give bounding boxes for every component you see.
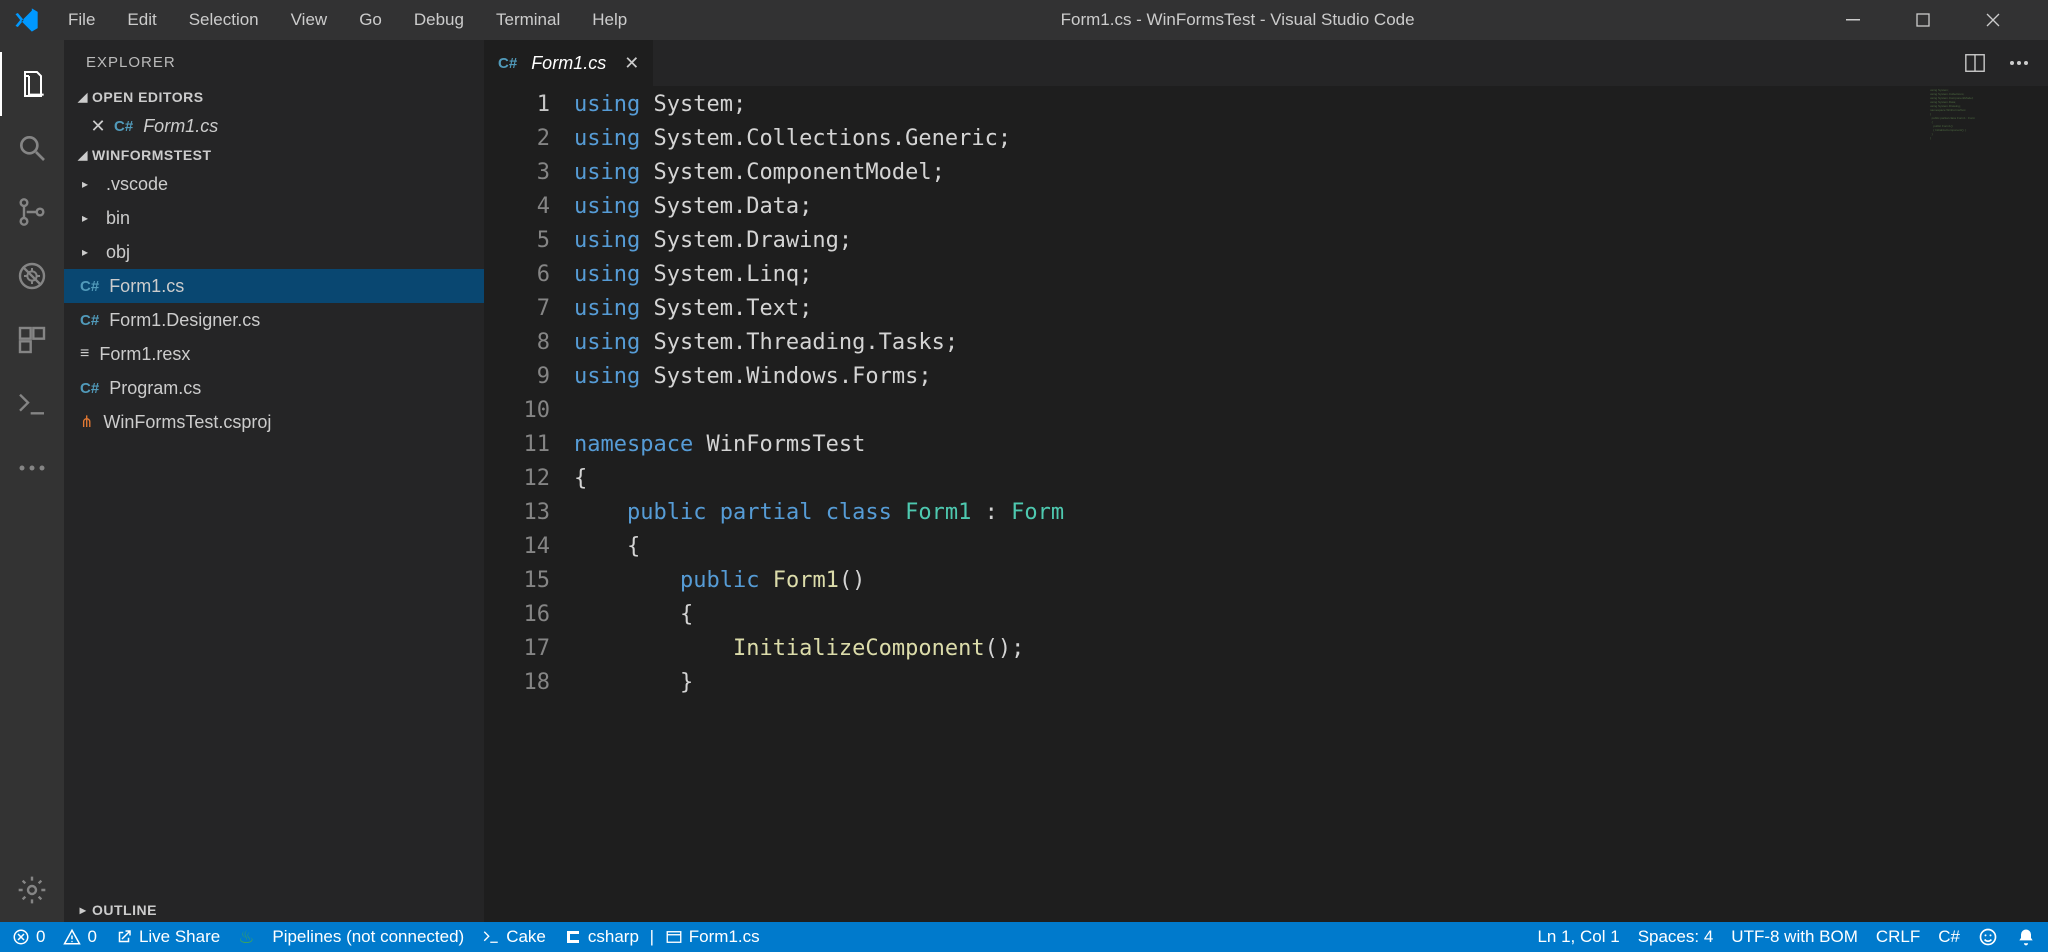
- status-eol[interactable]: CRLF: [1876, 927, 1920, 947]
- tab-label: Form1.cs: [531, 53, 606, 74]
- errors-count: 0: [36, 927, 45, 947]
- status-live-share[interactable]: Live Share: [115, 927, 220, 947]
- title-bar: File Edit Selection View Go Debug Termin…: [0, 0, 2048, 40]
- csharp-label: csharp: [588, 927, 639, 947]
- menu-terminal[interactable]: Terminal: [480, 10, 576, 30]
- file-item[interactable]: ⋔ WinFormsTest.csproj: [64, 405, 484, 439]
- open-editor-item[interactable]: ✕ C# Form1.cs: [64, 109, 484, 143]
- chevron-down-icon: ◢: [74, 90, 92, 104]
- close-icon[interactable]: ✕: [624, 53, 639, 74]
- activity-source-control[interactable]: [0, 180, 64, 244]
- tree-item-label: WinFormsTest.csproj: [103, 412, 271, 433]
- tab-bar: C# Form1.cs ✕: [484, 40, 2048, 86]
- tree-item-label: obj: [106, 242, 130, 263]
- csharp-file-icon: C#: [114, 118, 133, 135]
- menu-selection[interactable]: Selection: [173, 10, 275, 30]
- file-item[interactable]: ≡ Form1.resx: [64, 337, 484, 371]
- separator: |: [645, 927, 659, 947]
- status-feedback[interactable]: [1978, 927, 1998, 947]
- open-editors-label: OPEN EDITORS: [92, 89, 204, 105]
- active-file-label: Form1.cs: [689, 927, 760, 947]
- activity-search[interactable]: [0, 116, 64, 180]
- menu-view[interactable]: View: [275, 10, 344, 30]
- outline-label: OUTLINE: [92, 902, 157, 918]
- menu-edit[interactable]: Edit: [111, 10, 172, 30]
- more-actions-icon[interactable]: [2008, 59, 2030, 67]
- folder-item[interactable]: ▸ obj: [64, 235, 484, 269]
- status-notifications[interactable]: [2016, 927, 2036, 947]
- sidebar-title: EXPLORER: [64, 40, 484, 85]
- activity-explorer[interactable]: [0, 52, 64, 116]
- code-lines[interactable]: using System;using System.Collections.Ge…: [574, 86, 2048, 922]
- window-title: Form1.cs - WinFormsTest - Visual Studio …: [643, 10, 1832, 30]
- editor-area: C# Form1.cs ✕ 12345678910111213141516171…: [484, 40, 2048, 922]
- chevron-down-icon: ◢: [74, 148, 92, 162]
- menu-file[interactable]: File: [52, 10, 111, 30]
- fire-icon: ♨: [238, 927, 254, 948]
- open-editor-label: Form1.cs: [143, 116, 218, 137]
- status-fire[interactable]: ♨: [238, 927, 254, 948]
- status-csharp[interactable]: csharp | Form1.cs: [564, 927, 760, 947]
- status-errors[interactable]: 0: [12, 927, 45, 947]
- status-warnings[interactable]: 0: [63, 927, 96, 947]
- tree-item-label: bin: [106, 208, 130, 229]
- menu-help[interactable]: Help: [576, 10, 643, 30]
- menu-go[interactable]: Go: [343, 10, 398, 30]
- file-item[interactable]: C# Form1.cs: [64, 269, 484, 303]
- tree-item-label: .vscode: [106, 174, 168, 195]
- file-item[interactable]: C# Form1.Designer.cs: [64, 303, 484, 337]
- file-item[interactable]: C# Program.cs: [64, 371, 484, 405]
- status-cake[interactable]: Cake: [482, 927, 546, 947]
- status-encoding[interactable]: UTF-8 with BOM: [1731, 927, 1858, 947]
- activity-extensions[interactable]: [0, 308, 64, 372]
- tab-form1[interactable]: C# Form1.cs ✕: [484, 40, 654, 86]
- tree-item-label: Form1.resx: [99, 344, 190, 365]
- tree-item-label: Form1.cs: [109, 276, 184, 297]
- sidebar: EXPLORER ◢ OPEN EDITORS ✕ C# Form1.cs ◢ …: [64, 40, 484, 922]
- tree-item-label: Form1.Designer.cs: [109, 310, 260, 331]
- close-button[interactable]: [1986, 13, 2026, 27]
- close-icon[interactable]: ✕: [88, 116, 108, 137]
- minimize-button[interactable]: [1846, 13, 1886, 27]
- minimap[interactable]: using System;using System.Collections;us…: [1928, 86, 2048, 206]
- status-spaces[interactable]: Spaces: 4: [1638, 927, 1714, 947]
- line-gutter: 123456789101112131415161718: [484, 86, 574, 922]
- maximize-button[interactable]: [1916, 13, 1956, 27]
- warnings-count: 0: [87, 927, 96, 947]
- chevron-right-icon: ▸: [82, 211, 100, 225]
- outline-header[interactable]: ▸ OUTLINE: [64, 898, 484, 922]
- activity-remote[interactable]: [0, 372, 64, 436]
- chevron-right-icon: ▸: [82, 177, 100, 191]
- activity-debug[interactable]: [0, 244, 64, 308]
- activity-bar: [0, 40, 64, 922]
- resx-file-icon: ≡: [80, 345, 89, 363]
- csharp-file-icon: C#: [80, 380, 99, 397]
- status-bar: 0 0 Live Share ♨ Pipelines (not connecte…: [0, 922, 2048, 952]
- folder-item[interactable]: ▸ bin: [64, 201, 484, 235]
- project-label: WINFORMSTEST: [92, 147, 212, 163]
- csharp-file-icon: C#: [498, 55, 517, 72]
- tree-item-label: Program.cs: [109, 378, 201, 399]
- chevron-right-icon: ▸: [82, 245, 100, 259]
- file-tree: ▸ .vscode ▸ bin ▸ obj C# Form1.cs C# Form1.Design…: [64, 167, 484, 439]
- folder-item[interactable]: ▸ .vscode: [64, 167, 484, 201]
- status-pipelines[interactable]: Pipelines (not connected): [272, 927, 464, 947]
- project-header[interactable]: ◢ WINFORMSTEST: [64, 143, 484, 167]
- activity-settings[interactable]: [0, 858, 64, 922]
- csharp-file-icon: C#: [80, 278, 99, 295]
- status-lang[interactable]: C#: [1938, 927, 1960, 947]
- csharp-file-icon: C#: [80, 312, 99, 329]
- chevron-right-icon: ▸: [74, 903, 92, 917]
- vscode-icon: [12, 6, 40, 34]
- open-editors-header[interactable]: ◢ OPEN EDITORS: [64, 85, 484, 109]
- code-area[interactable]: 123456789101112131415161718 using System…: [484, 86, 2048, 922]
- live-share-label: Live Share: [139, 927, 220, 947]
- activity-more[interactable]: [0, 436, 64, 500]
- split-editor-icon[interactable]: [1964, 52, 1986, 74]
- csproj-file-icon: ⋔: [80, 412, 93, 432]
- status-ln-col[interactable]: Ln 1, Col 1: [1537, 927, 1619, 947]
- cake-label: Cake: [506, 927, 546, 947]
- menu-debug[interactable]: Debug: [398, 10, 480, 30]
